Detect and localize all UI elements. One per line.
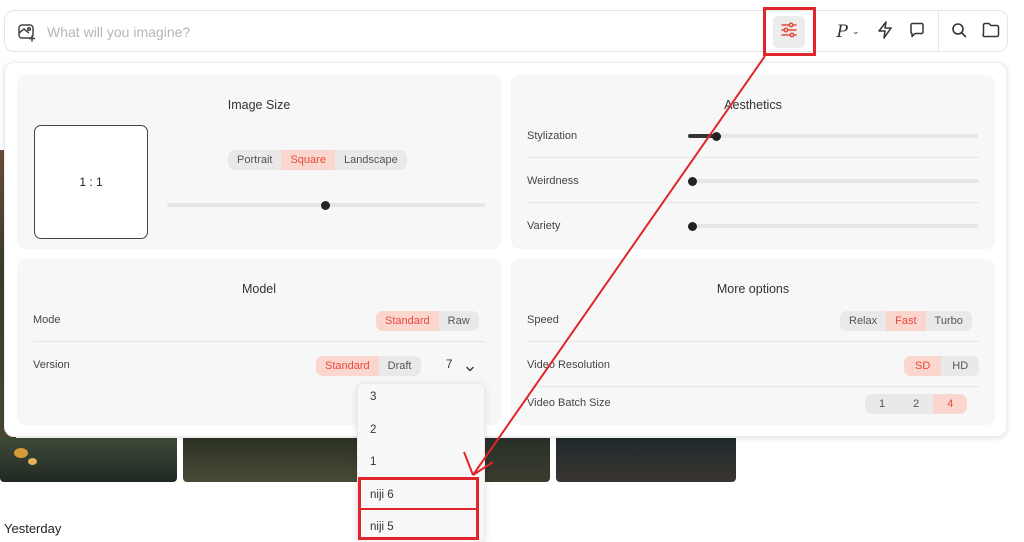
batch-size-4[interactable]: 4 (933, 394, 968, 414)
stylization-slider[interactable] (688, 131, 978, 141)
gallery-thumbnail-detail (28, 458, 37, 465)
orientation-toggle: Portrait Square Landscape (228, 150, 407, 170)
weirdness-slider[interactable] (688, 176, 978, 186)
settings-panel: Image Size 1 : 1 Portrait Square Landsca… (4, 62, 1007, 437)
mode-standard[interactable]: Standard (376, 311, 439, 331)
gallery-section-label: Yesterday (4, 521, 62, 536)
resolution-hd[interactable]: HD (941, 356, 979, 376)
video-batch-size-toggle: 1 2 4 (865, 394, 968, 414)
speed-fast[interactable]: Fast (886, 311, 926, 331)
mode-raw[interactable]: Raw (439, 311, 479, 331)
image-size-card: Image Size 1 : 1 Portrait Square Landsca… (17, 75, 501, 249)
personalize-button[interactable]: P ⌄ (831, 16, 865, 48)
stylization-slider-fill (688, 134, 714, 138)
orientation-landscape[interactable]: Landscape (335, 150, 407, 170)
resolution-sd[interactable]: SD (904, 356, 942, 376)
speed-button[interactable] (871, 16, 899, 48)
search-button[interactable] (945, 16, 973, 48)
row-divider (33, 341, 485, 342)
row-divider (527, 386, 979, 387)
prompt-input[interactable] (47, 22, 747, 42)
folder-icon (982, 22, 1000, 43)
aspect-ratio-preview: 1 : 1 (34, 125, 148, 239)
more-options-card: More options Speed Relax Fast Turbo Vide… (511, 259, 995, 425)
batch-size-1[interactable]: 1 (865, 394, 899, 414)
chevron-down-icon: ⌄ (851, 27, 860, 37)
video-batch-size-label: Video Batch Size (527, 397, 611, 409)
version-draft[interactable]: Draft (379, 356, 421, 376)
row-divider (527, 157, 979, 158)
mode-toggle: Standard Raw (376, 311, 479, 331)
orientation-square[interactable]: Square (281, 150, 335, 170)
model-title: Model (241, 282, 277, 296)
annotation-highlight-settings (763, 7, 816, 56)
speed-turbo[interactable]: Turbo (926, 311, 972, 331)
stylization-label: Stylization (527, 130, 578, 142)
row-divider (527, 202, 979, 203)
speed-relax[interactable]: Relax (840, 311, 886, 331)
orientation-portrait[interactable]: Portrait (228, 150, 281, 170)
chat-button[interactable] (903, 16, 931, 48)
speed-label: Speed (527, 314, 559, 326)
version-select-value[interactable]: 7 (446, 359, 452, 371)
new-image-icon[interactable] (17, 22, 37, 42)
speed-toggle: Relax Fast Turbo (840, 311, 972, 331)
version-option-3[interactable]: 3 (370, 391, 376, 403)
aspect-ratio-slider-knob[interactable] (321, 200, 330, 210)
prompt-bar: P⌄ (4, 10, 1008, 52)
stylization-slider-knob[interactable] (712, 131, 721, 141)
variety-label: Variety (527, 220, 561, 232)
batch-size-2[interactable]: 2 (899, 394, 933, 414)
mode-label: Mode (33, 314, 61, 326)
chat-bubble-icon (909, 22, 925, 43)
version-label: Version (33, 359, 70, 371)
gallery-thumbnail[interactable] (0, 438, 177, 482)
gallery-thumbnail[interactable] (183, 438, 368, 482)
folder-button[interactable] (977, 16, 1005, 48)
variety-slider-knob[interactable] (688, 221, 697, 231)
video-resolution-label: Video Resolution (527, 359, 610, 371)
version-option-2[interactable]: 2 (370, 424, 376, 436)
search-icon (951, 22, 967, 43)
image-size-title: Image Size (227, 98, 291, 112)
personalize-label: P (836, 22, 848, 42)
version-standard[interactable]: Standard (316, 356, 379, 376)
video-resolution-toggle: SD HD (904, 356, 980, 376)
gallery-thumbnail[interactable] (556, 438, 736, 482)
chevron-down-icon[interactable] (465, 361, 475, 372)
aesthetics-title: Aesthetics (724, 98, 782, 112)
more-options-title: More options (716, 282, 790, 296)
annotation-divider-line (361, 508, 476, 510)
aspect-ratio-slider[interactable] (167, 200, 485, 210)
variety-slider[interactable] (688, 221, 978, 231)
weirdness-label: Weirdness (527, 175, 579, 187)
row-divider (527, 341, 979, 342)
version-type-toggle: Standard Draft (316, 356, 421, 376)
aesthetics-card: Aesthetics Stylization Weirdness Variety (511, 75, 995, 249)
lightning-icon (877, 20, 893, 44)
gallery-thumbnail-detail (14, 448, 28, 458)
weirdness-slider-knob[interactable] (688, 176, 697, 186)
version-option-1[interactable]: 1 (370, 456, 376, 468)
toolbar-divider (938, 11, 939, 51)
